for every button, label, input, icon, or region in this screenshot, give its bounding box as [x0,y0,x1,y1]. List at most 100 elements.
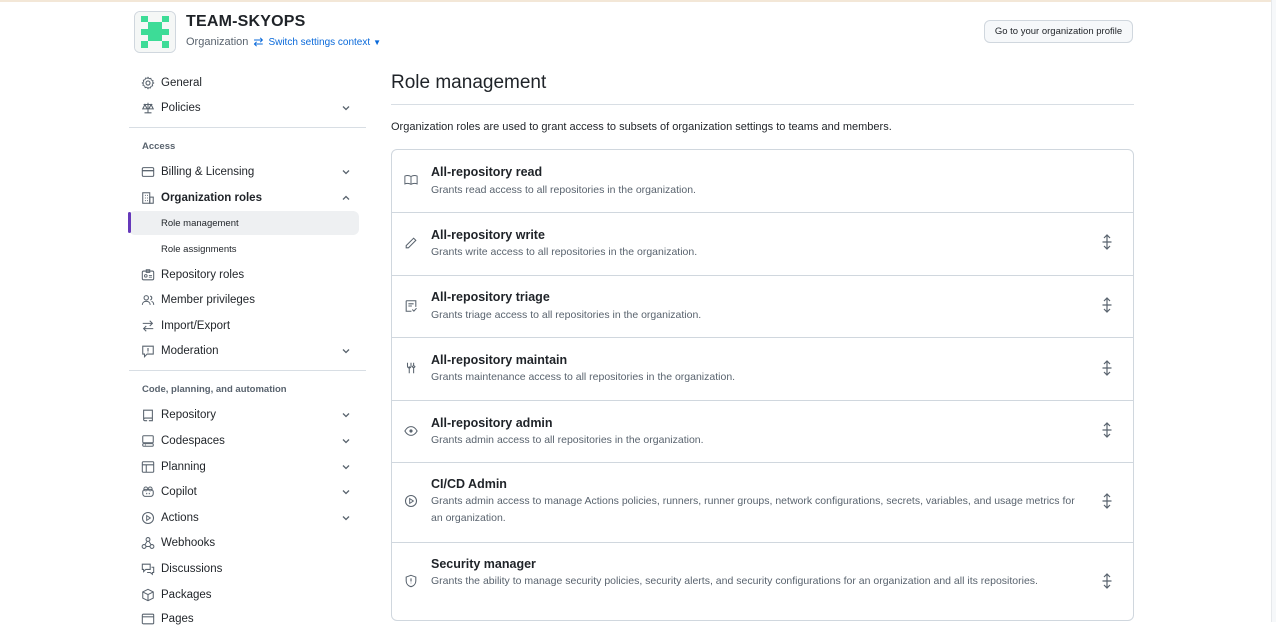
org-type-label: Organization [186,36,249,48]
sidebar-item-policies[interactable]: Policies [129,96,359,120]
sidebar-item-label: Organization roles [161,192,262,204]
role-description: Grants read access to all repositories i… [431,184,696,196]
sidebar-item-webhooks[interactable]: Webhooks [129,531,359,555]
sidebar-item-label: Import/Export [161,320,231,332]
section-heading-access: Access [142,141,176,152]
role-row-all-repository-admin[interactable]: All-repository admin Grants admin access… [392,400,1133,463]
webhook-icon [141,536,155,550]
sidebar-item-general[interactable]: General [129,71,359,95]
sidebar-item-codespaces[interactable]: Codespaces [129,429,359,453]
switch-context-link[interactable]: Switch settings context [268,37,370,48]
role-title[interactable]: All-repository write [431,228,545,242]
sidebar-item-copilot[interactable]: Copilot [129,480,359,504]
role-row-all-repository-read[interactable]: All-repository read Grants read access t… [392,150,1133,213]
role-row-all-repository-maintain[interactable]: All-repository maintain Grants maintenan… [392,337,1133,401]
sidebar-item-repository[interactable]: Repository [129,403,359,427]
book-icon [404,173,418,187]
role-title[interactable]: All-repository admin [431,416,553,430]
role-row-cicd-admin[interactable]: CI/CD Admin Grants admin access to manag… [392,462,1133,543]
sidebar-item-label: Planning [161,461,206,473]
sidebar-item-label: Copilot [161,486,197,498]
active-indicator [128,212,131,233]
sidebar-item-label: Pages [161,613,194,625]
sidebar-item-planning[interactable]: Planning [129,455,359,479]
sidebar-item-actions[interactable]: Actions [129,506,359,530]
sidebar-item-label: Discussions [161,563,223,575]
sidebar-subitem-role-management[interactable]: Role management [129,211,359,235]
sidebar-item-organization-roles[interactable]: Organization roles [129,186,359,210]
role-title[interactable]: Security manager [431,557,536,571]
drag-handle-icon[interactable] [1100,573,1114,589]
sidebar-item-label: Repository roles [161,269,245,281]
chevron-down-icon [340,486,352,498]
drag-handle-icon[interactable] [1100,234,1114,250]
role-row-security-manager[interactable]: Security manager Grants the ability to m… [392,542,1133,620]
play-icon [404,494,418,508]
package-icon [141,588,155,602]
report-icon [141,344,155,358]
repo-icon [141,408,155,422]
chevron-down-icon [340,102,352,114]
arrow-switch-icon: ⇄ [253,35,264,49]
drag-handle-icon[interactable] [1100,360,1114,376]
sidebar-item-moderation[interactable]: Moderation [129,339,359,363]
pencil-icon [404,236,418,250]
caret-down-icon[interactable]: ▼ [373,38,381,47]
sidebar-item-label: Codespaces [161,435,225,447]
role-row-all-repository-triage[interactable]: All-repository triage Grants triage acce… [392,275,1133,338]
org-avatar[interactable] [134,11,176,53]
scrollbar[interactable] [1271,0,1276,622]
sidebar-item-discussions[interactable]: Discussions [129,557,359,581]
credit-card-icon [141,165,155,179]
drag-handle-icon[interactable] [1100,297,1114,313]
role-row-all-repository-write[interactable]: All-repository write Grants write access… [392,212,1133,276]
play-icon [141,511,155,525]
role-title[interactable]: All-repository triage [431,290,550,304]
sidebar-item-label: General [161,77,202,89]
chevron-down-icon [340,512,352,524]
id-badge-icon [141,268,155,282]
sidebar-item-packages[interactable]: Packages [129,583,359,607]
sidebar-item-pages[interactable]: Pages [129,607,359,631]
role-description: Grants the ability to manage security po… [431,575,1038,587]
org-name[interactable]: TEAM-SKYOPS [186,13,306,31]
sidebar-item-label: Member privileges [161,294,255,306]
role-title[interactable]: All-repository read [431,165,542,179]
copilot-icon [141,485,155,499]
sidebar-divider [129,370,366,371]
sidebar-item-import-export[interactable]: Import/Export [129,314,359,338]
eye-icon [404,424,418,438]
role-description: Grants maintenance access to all reposit… [431,371,736,383]
sidebar-item-label: Repository [161,409,216,421]
role-list: All-repository read Grants read access t… [391,149,1134,621]
sidebar-item-member-privileges[interactable]: Member privileges [129,288,359,312]
chevron-down-icon [340,435,352,447]
sidebar-item-repository-roles[interactable]: Repository roles [129,263,359,287]
sidebar-item-label: Moderation [161,345,219,357]
chevron-down-icon [340,345,352,357]
sidebar-subitem-role-assignments[interactable]: Role assignments [129,237,359,261]
drag-handle-icon[interactable] [1100,422,1114,438]
go-to-profile-button[interactable]: Go to your organization profile [984,20,1133,43]
browser-icon [141,612,155,626]
role-title[interactable]: CI/CD Admin [431,477,507,491]
chevron-up-icon [340,192,352,204]
page-description: Organization roles are used to grant acc… [391,121,892,133]
section-heading-code-planning-automation: Code, planning, and automation [142,384,287,395]
role-description: Grants admin access to manage Actions po… [431,495,1075,524]
sidebar-item-label: Policies [161,102,201,114]
title-divider [391,104,1134,105]
shield-icon [404,574,418,588]
sidebar-item-billing[interactable]: Billing & Licensing [129,160,359,184]
org-context: Organization ⇄ Switch settings context ▼ [186,35,381,49]
table-icon [141,460,155,474]
top-border [0,0,1276,2]
drag-handle-icon[interactable] [1100,493,1114,509]
role-description: Grants write access to all repositories … [431,246,698,258]
sidebar-divider [129,127,366,128]
role-title[interactable]: All-repository maintain [431,353,567,367]
role-description: Grants admin access to all repositories … [431,434,704,446]
arrow-switch-icon [141,319,155,333]
sidebar-item-label: Role assignments [161,244,237,255]
chevron-down-icon [340,166,352,178]
